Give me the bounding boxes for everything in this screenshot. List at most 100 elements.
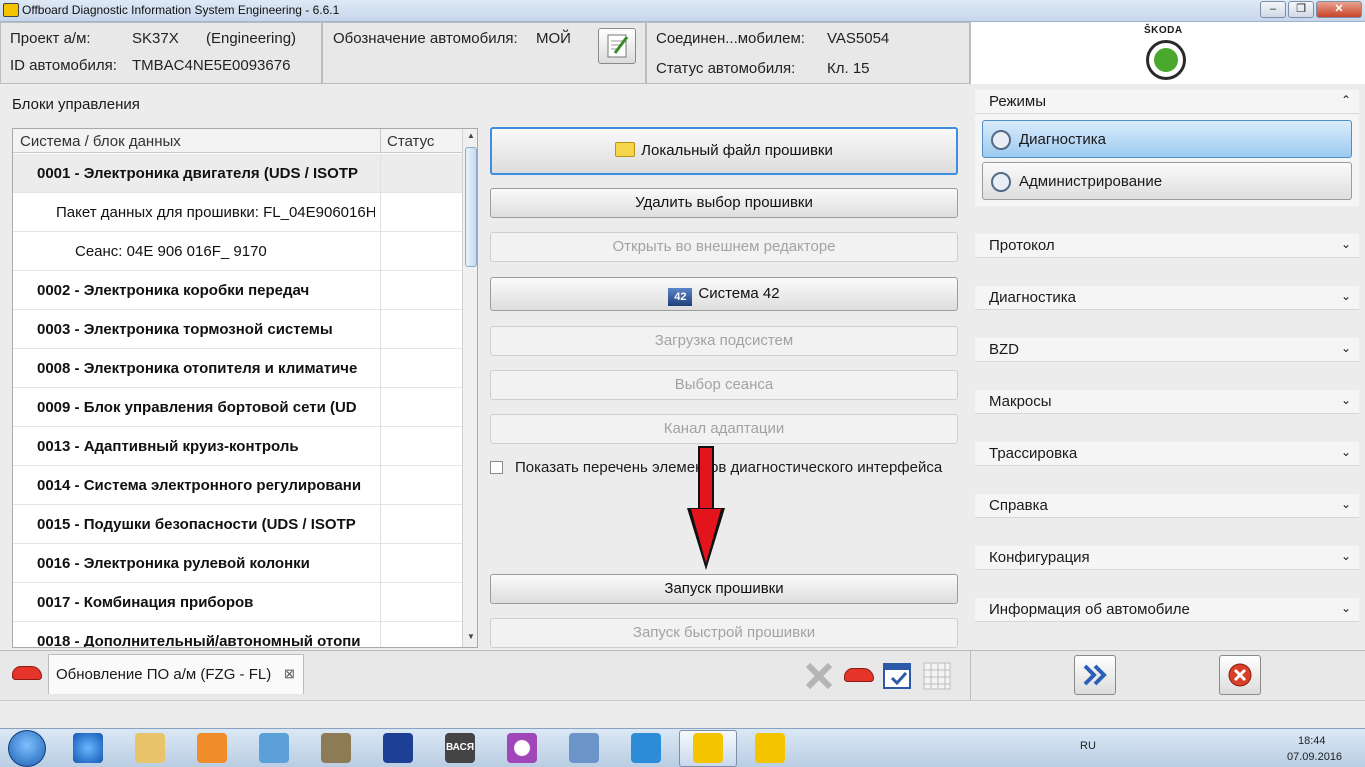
section-0[interactable]: Протокол ⌄ bbox=[975, 234, 1359, 258]
vehicle-icon[interactable] bbox=[844, 668, 874, 682]
section-6[interactable]: Конфигурация ⌄ bbox=[975, 546, 1359, 570]
mode-diagnostics-button[interactable]: Диагностика bbox=[982, 120, 1352, 158]
stethoscope-icon bbox=[991, 130, 1011, 150]
start-flash-button[interactable]: Запуск прошивки bbox=[490, 574, 958, 604]
close-circle-icon bbox=[1228, 663, 1252, 687]
close-tab-icon[interactable]: ⊠ bbox=[284, 666, 295, 682]
brand-logo-text: ŠKODA bbox=[1144, 25, 1183, 36]
clock-time[interactable]: 18:44 bbox=[1298, 735, 1326, 747]
designation-value: МОЙ bbox=[536, 30, 571, 47]
language-indicator[interactable]: RU bbox=[1080, 740, 1096, 752]
internet-explorer-icon[interactable] bbox=[73, 733, 103, 763]
select-session-button[interactable]: Выбор сеанса bbox=[490, 370, 958, 400]
start-quick-flash-button[interactable]: Запуск быстрой прошивки bbox=[490, 618, 958, 648]
row-label: 0016 - Электроника рулевой колонки bbox=[37, 555, 310, 572]
maximize-button[interactable]: ❐ bbox=[1288, 1, 1314, 18]
delete-flash-selection-button[interactable]: Удалить выбор прошивки bbox=[490, 188, 958, 218]
clock-date[interactable]: 07.09.2016 bbox=[1287, 751, 1342, 763]
row-label: 0008 - Электроника отопителя и климатиче bbox=[37, 360, 358, 377]
engine-check-icon-2[interactable] bbox=[755, 733, 785, 763]
system42-button[interactable]: 42 Система 42 bbox=[490, 277, 958, 311]
connection-label: Соединен...мобилем: bbox=[656, 30, 805, 47]
table-row[interactable]: 0001 - Электроника двигателя (UDS / ISOT… bbox=[13, 154, 462, 193]
load-subsystems-button[interactable]: Загрузка подсистем bbox=[490, 326, 958, 356]
table-row[interactable]: 0002 - Электроника коробки передач bbox=[13, 271, 462, 310]
checklist-icon[interactable] bbox=[882, 660, 914, 692]
chevron-down-icon: ⌄ bbox=[1340, 497, 1351, 511]
folder-icon bbox=[615, 142, 636, 157]
cancel-x-icon[interactable] bbox=[804, 661, 834, 691]
table-row[interactable]: 0009 - Блок управления бортовой сети (UD bbox=[13, 388, 462, 427]
chevron-down-icon: ⌄ bbox=[1340, 393, 1351, 407]
row-label: 0002 - Электроника коробки передач bbox=[37, 282, 310, 299]
media-player-icon[interactable] bbox=[197, 733, 227, 763]
cancel-button[interactable] bbox=[1219, 655, 1261, 695]
section-label: Информация об автомобиле bbox=[989, 601, 1190, 618]
table-row[interactable]: 0015 - Подушки безопасности (UDS / ISOTP bbox=[13, 505, 462, 544]
control-units-title: Блоки управления bbox=[12, 96, 140, 113]
tool-icon[interactable] bbox=[321, 733, 351, 763]
red-arrow-annotation bbox=[698, 446, 714, 512]
table-row[interactable]: 0016 - Электроника рулевой колонки bbox=[13, 544, 462, 583]
section-label: Макросы bbox=[989, 393, 1052, 410]
section-label: Диагностика bbox=[989, 289, 1076, 306]
row-label: 0014 - Система электронного регулировани bbox=[37, 477, 362, 494]
table-header: Система / блок данных Статус bbox=[13, 129, 462, 153]
section-7[interactable]: Информация об автомобиле ⌄ bbox=[975, 598, 1359, 622]
table-row[interactable]: 0003 - Электроника тормозной системы bbox=[13, 310, 462, 349]
teamviewer-icon[interactable] bbox=[631, 733, 661, 763]
table-row[interactable]: 0017 - Комбинация приборов bbox=[13, 583, 462, 622]
engine-check-icon[interactable] bbox=[693, 733, 723, 763]
close-button[interactable]: ✕ bbox=[1316, 1, 1362, 18]
table-row[interactable]: Пакет данных для прошивки: FL_04E906016H bbox=[13, 193, 462, 232]
local-flash-file-button[interactable]: Локальный файл прошивки bbox=[490, 127, 958, 175]
app-icon bbox=[3, 3, 19, 17]
edit-designation-button[interactable] bbox=[598, 28, 636, 64]
minimize-button[interactable]: – bbox=[1260, 1, 1286, 18]
section-3[interactable]: Макросы ⌄ bbox=[975, 390, 1359, 414]
floppy-icon[interactable] bbox=[383, 733, 413, 763]
section-4[interactable]: Трассировка ⌄ bbox=[975, 442, 1359, 466]
table-row[interactable]: 0008 - Электроника отопителя и климатиче bbox=[13, 349, 462, 388]
mode-administration-button[interactable]: Администрирование bbox=[982, 162, 1352, 200]
table-row[interactable]: 0013 - Адаптивный круиз-контроль bbox=[13, 427, 462, 466]
scroll-up-icon[interactable]: ▲ bbox=[465, 131, 477, 145]
row-label: 0018 - Дополнительный/автономный отопи bbox=[37, 633, 361, 648]
table-scrollbar[interactable]: ▲ ▼ bbox=[462, 129, 477, 647]
lifebuoy-icon[interactable] bbox=[507, 733, 537, 763]
vehicle-status-label: Статус автомобиля: bbox=[656, 60, 796, 77]
adaptation-channel-button[interactable]: Канал адаптации bbox=[490, 414, 958, 444]
show-elements-label: Показать перечень элементов диагностичес… bbox=[515, 459, 943, 476]
section-5[interactable]: Справка ⌄ bbox=[975, 494, 1359, 518]
designation-label: Обозначение автомобиля: bbox=[333, 30, 518, 47]
table-row[interactable]: 0018 - Дополнительный/автономный отопи bbox=[13, 622, 462, 648]
next-button[interactable] bbox=[1074, 655, 1116, 695]
grid-icon[interactable] bbox=[922, 661, 952, 691]
users-icon[interactable] bbox=[259, 733, 289, 763]
scroll-down-icon[interactable]: ▼ bbox=[465, 632, 477, 646]
windows-taskbar: ВАСЯ RU 18:44 07.09.2016 bbox=[0, 728, 1365, 767]
car-icon[interactable] bbox=[12, 666, 42, 680]
section-1[interactable]: Диагностика ⌄ bbox=[975, 286, 1359, 310]
section-2[interactable]: BZD ⌄ bbox=[975, 338, 1359, 362]
table-row[interactable]: Сеанс: 04E 906 016F_ 9170 bbox=[13, 232, 462, 271]
open-external-editor-button[interactable]: Открыть во внешнем редакторе bbox=[490, 232, 958, 262]
show-elements-checkbox[interactable] bbox=[490, 461, 503, 474]
skoda-logo-icon bbox=[1146, 40, 1186, 80]
column-system[interactable]: Система / блок данных bbox=[20, 133, 181, 150]
connection-value: VAS5054 bbox=[827, 30, 890, 47]
start-button[interactable] bbox=[8, 730, 46, 767]
edit-note-icon bbox=[607, 34, 629, 58]
vasya-diagnostic-icon[interactable]: ВАСЯ bbox=[445, 733, 475, 763]
title-bar: Offboard Diagnostic Information System E… bbox=[0, 0, 1365, 22]
column-status[interactable]: Статус bbox=[387, 133, 434, 150]
chevron-down-icon: ⌄ bbox=[1340, 341, 1351, 355]
vin-label: ID автомобиля: bbox=[10, 57, 117, 74]
scroll-thumb[interactable] bbox=[465, 147, 477, 267]
system42-icon: 42 bbox=[668, 288, 693, 306]
speaker-icon[interactable] bbox=[569, 733, 599, 763]
tab-software-update[interactable]: Обновление ПО а/м (FZG - FL) ⊠ bbox=[48, 654, 304, 694]
table-row[interactable]: 0014 - Система электронного регулировани bbox=[13, 466, 462, 505]
modes-header[interactable]: Режимы ⌃ bbox=[975, 90, 1359, 114]
file-explorer-icon[interactable] bbox=[135, 733, 165, 763]
